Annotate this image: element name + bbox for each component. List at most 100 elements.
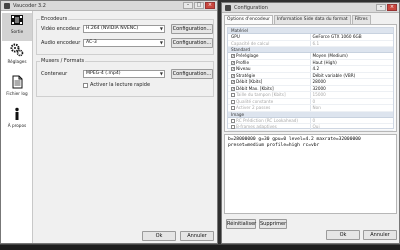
property-enable-checkbox[interactable]: ✓ bbox=[231, 54, 235, 58]
property-value: Non bbox=[312, 105, 321, 110]
sidebar-label: Réglages bbox=[7, 59, 27, 64]
property-name-cell: Taille du tampon [Kbits] bbox=[228, 92, 311, 98]
close-button[interactable]: × bbox=[205, 2, 215, 9]
property-row[interactable]: ✓Taille Max. du GOP30 bbox=[228, 130, 393, 133]
tab-filters[interactable]: Filtres bbox=[351, 15, 371, 24]
tab-encoder-options[interactable]: Options d'encodeur bbox=[224, 15, 273, 24]
container-value: MPEG-4 (.mp4) bbox=[86, 71, 121, 76]
minimize-button[interactable]: – bbox=[183, 2, 193, 9]
muxers-group-title: Muxers / Formats bbox=[40, 58, 86, 64]
property-enable-checkbox[interactable] bbox=[231, 106, 235, 110]
audio-encoder-select[interactable]: AC-3 ▼ bbox=[83, 39, 165, 47]
property-enable-checkbox[interactable]: ✓ bbox=[231, 60, 235, 65]
property-value[interactable]: 32000 bbox=[311, 86, 394, 92]
property-enable-checkbox[interactable] bbox=[231, 125, 235, 129]
property-value[interactable]: Moyen (Medium) bbox=[311, 53, 394, 59]
command-line-output: b=28000000 g=30 gpu=0 level=4.2 maxrate=… bbox=[224, 134, 397, 214]
property-name-cell: ✓Préréglage bbox=[228, 53, 311, 59]
property-value: 0 bbox=[312, 98, 316, 104]
property-name: Niveau bbox=[236, 66, 251, 71]
sidebar-item-sortie[interactable]: Sortie bbox=[2, 13, 32, 41]
film-icon bbox=[2, 13, 32, 29]
minimize-button[interactable]: – bbox=[376, 4, 386, 11]
app-icon bbox=[4, 3, 10, 9]
property-name-cell: ✓Débit Max. [Kbits] bbox=[228, 85, 311, 91]
config-tabs: Options d'encodeur Information Side data… bbox=[224, 15, 372, 24]
sidebar-label: À propos bbox=[7, 123, 27, 128]
config-cancel-button[interactable]: Annuler bbox=[363, 230, 397, 240]
video-encoder-select[interactable]: H.264 (NVIDIA NVENC) ▼ bbox=[83, 25, 165, 33]
property-value[interactable]: 28000 bbox=[311, 79, 394, 85]
property-value[interactable]: Haut (High) bbox=[311, 60, 394, 66]
property-enable-checkbox[interactable] bbox=[231, 118, 235, 123]
container-select[interactable]: MPEG-4 (.mp4) ▼ bbox=[83, 70, 165, 78]
delete-button[interactable]: Supprimer bbox=[259, 219, 287, 229]
video-encoder-value: H.264 (NVIDIA NVENC) bbox=[86, 26, 139, 31]
property-enable-checkbox[interactable]: ✓ bbox=[231, 80, 235, 84]
property-name-cell: ✓Profile bbox=[228, 59, 311, 65]
property-name: Stratégie bbox=[236, 72, 256, 78]
main-window: Vaucoder 3.2 – □ × Sortie Réglages Fichi… bbox=[0, 0, 218, 244]
property-name: Profile bbox=[236, 59, 250, 65]
property-enable-checkbox[interactable]: ✓ bbox=[231, 132, 235, 133]
output-settings-panel: Encodeurs Vidéo encodeur H.264 (NVIDIA N… bbox=[34, 11, 217, 243]
property-name: Préréglage bbox=[236, 53, 259, 58]
property-name: Qualité constante bbox=[236, 98, 274, 104]
close-button[interactable]: × bbox=[387, 4, 397, 11]
property-name-cell: B-frames adaptives bbox=[228, 124, 311, 130]
reinit-button[interactable]: Réinitialiser bbox=[226, 219, 256, 229]
property-name-cell: ✓Débit [Kbits] bbox=[228, 79, 311, 85]
property-value[interactable]: 30 bbox=[310, 130, 393, 131]
fast-read-label: Activer la lecture rapide bbox=[90, 82, 151, 88]
property-name: Activer 2 passes bbox=[236, 105, 271, 110]
property-enable-checkbox[interactable]: ✓ bbox=[231, 67, 235, 71]
property-name: Taille Max. du GOP bbox=[236, 131, 275, 132]
property-name-cell: GPU bbox=[228, 34, 311, 40]
property-name-cell: Activer 2 passes bbox=[228, 105, 311, 111]
property-name-cell: Capacité de calcul bbox=[228, 40, 311, 46]
video-encoder-label: Vidéo encodeur bbox=[41, 26, 81, 32]
encoders-group: Encodeurs Vidéo encodeur H.264 (NVIDIA N… bbox=[36, 16, 214, 55]
property-name-cell: ✓Niveau bbox=[228, 66, 311, 72]
config-window-title: Configuration bbox=[234, 5, 268, 11]
sidebar-item-fichier-log[interactable]: Fichier log bbox=[2, 75, 32, 103]
sidebar: Sortie Réglages Fichier log À propos bbox=[1, 11, 33, 243]
chevron-down-icon: ▼ bbox=[159, 26, 163, 31]
fast-read-checkbox[interactable] bbox=[83, 83, 88, 88]
chevron-down-icon: ▼ bbox=[159, 71, 163, 76]
sidebar-label: Sortie bbox=[10, 29, 24, 34]
tab-side-data[interactable]: Information Side data du format bbox=[274, 15, 351, 24]
property-name: GPU bbox=[231, 34, 240, 39]
property-value[interactable]: GeForce GTX 1060 6GB bbox=[311, 34, 394, 40]
config-ok-button[interactable]: Ok bbox=[326, 230, 360, 240]
config-title-bar: Configuration – × bbox=[222, 3, 399, 13]
property-value[interactable]: Débit variable (VBR) bbox=[311, 73, 394, 79]
property-value: Oui bbox=[312, 124, 320, 129]
property-name: B-frames adaptives bbox=[236, 124, 277, 129]
property-name: RC Prédiction (RC Lookahead) bbox=[236, 117, 299, 123]
sidebar-item-reglages[interactable]: Réglages bbox=[2, 43, 32, 71]
video-config-button[interactable]: Configuration... bbox=[171, 24, 213, 34]
property-enable-checkbox[interactable] bbox=[231, 99, 235, 104]
property-name: Débit Max. [Kbits] bbox=[236, 85, 274, 91]
main-title-bar: Vaucoder 3.2 – □ × bbox=[1, 1, 217, 11]
property-value: 6.1 bbox=[312, 40, 320, 46]
container-config-button[interactable]: Configuration... bbox=[171, 69, 213, 79]
encoders-group-title: Encodeurs bbox=[40, 16, 69, 22]
property-name-cell: ✓Taille Max. du GOP bbox=[228, 130, 311, 133]
audio-config-button[interactable]: Configuration... bbox=[171, 38, 213, 48]
property-enable-checkbox[interactable]: ✓ bbox=[231, 86, 235, 91]
property-enable-checkbox[interactable]: ✓ bbox=[231, 73, 235, 78]
property-enable-checkbox[interactable] bbox=[231, 93, 235, 97]
sidebar-label: Fichier log bbox=[6, 91, 28, 96]
main-window-title: Vaucoder 3.2 bbox=[13, 3, 46, 9]
property-value[interactable]: 4.2 bbox=[311, 66, 394, 72]
encoder-options-panel: Matériel GPU GeForce GTX 1060 6GB Capacité … bbox=[224, 24, 397, 132]
property-grid[interactable]: Matériel GPU GeForce GTX 1060 6GB Capacité … bbox=[227, 27, 394, 131]
maximize-button[interactable]: □ bbox=[194, 2, 204, 9]
main-ok-button[interactable]: Ok bbox=[142, 231, 176, 241]
container-label: Conteneur bbox=[41, 71, 68, 77]
sidebar-item-a-propos[interactable]: À propos bbox=[2, 107, 32, 135]
main-cancel-button[interactable]: Annuler bbox=[180, 231, 214, 241]
gear-icon bbox=[2, 43, 32, 59]
